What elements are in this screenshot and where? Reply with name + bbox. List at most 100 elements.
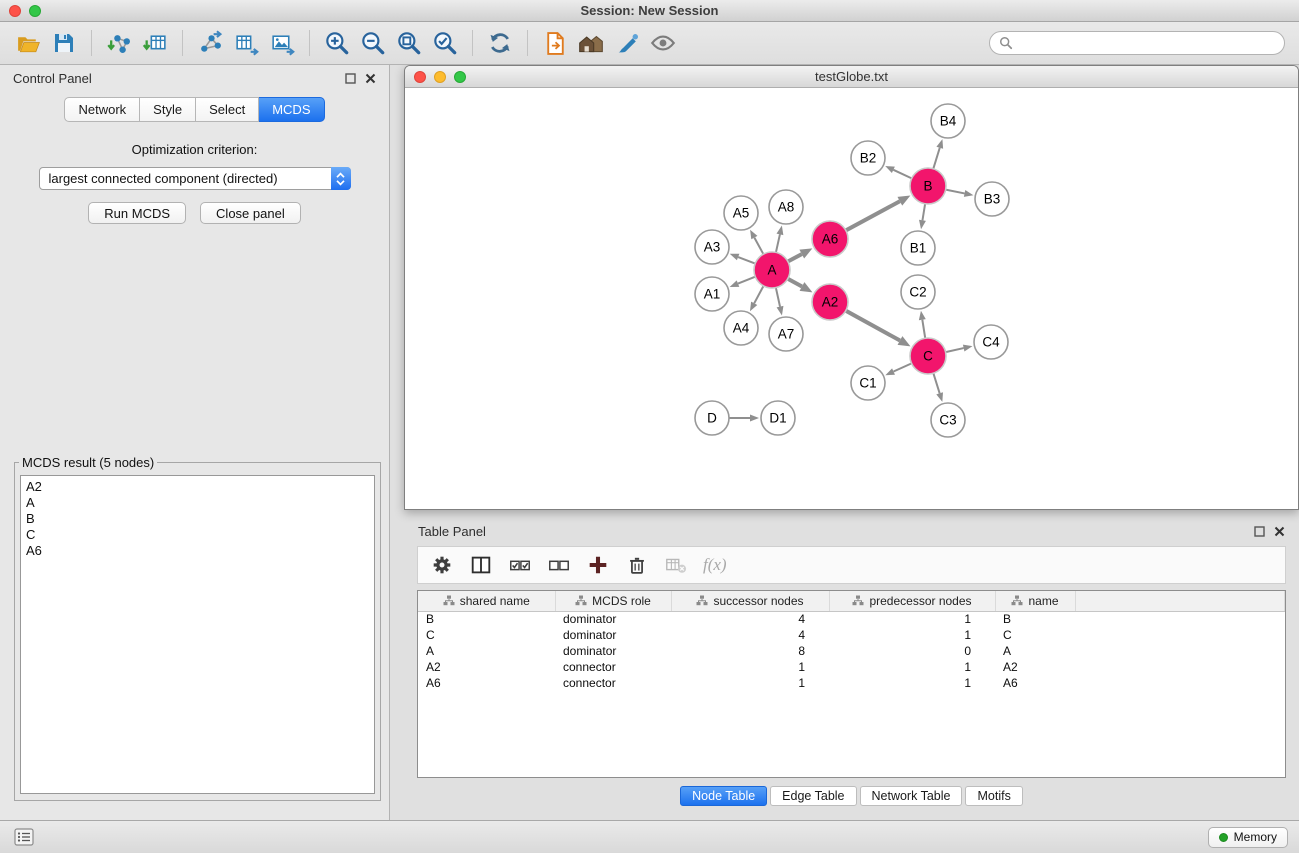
tab-node-table[interactable]: Node Table xyxy=(680,786,767,806)
show-columns-button[interactable] xyxy=(465,550,497,580)
zoom-in-button[interactable] xyxy=(319,26,355,60)
network-edge[interactable] xyxy=(946,345,973,352)
table-cell[interactable]: A xyxy=(418,643,555,659)
network-edge[interactable] xyxy=(946,190,974,197)
network-node[interactable]: B1 xyxy=(901,231,935,265)
criterion-dropdown[interactable]: largest connected component (directed) xyxy=(39,167,351,190)
table-row[interactable]: Bdominator41B xyxy=(418,611,1285,627)
network-edge[interactable] xyxy=(776,226,783,253)
network-node[interactable]: B3 xyxy=(975,182,1009,216)
export-table-button[interactable] xyxy=(228,26,264,60)
search-input[interactable] xyxy=(1019,36,1275,51)
network-edge[interactable] xyxy=(933,373,943,402)
network-node[interactable]: C4 xyxy=(974,325,1008,359)
network-node[interactable]: D xyxy=(695,401,729,435)
table-row[interactable]: A2connector11A2 xyxy=(418,659,1285,675)
float-panel-icon[interactable] xyxy=(345,73,356,84)
table-settings-button[interactable] xyxy=(426,550,458,580)
network-node[interactable]: C2 xyxy=(901,275,935,309)
network-edge[interactable] xyxy=(846,311,911,347)
mcds-result-list[interactable]: A2ABCA6 xyxy=(20,475,375,794)
zoom-out-button[interactable] xyxy=(355,26,391,60)
network-edge[interactable] xyxy=(933,139,943,169)
tab-network-table[interactable]: Network Table xyxy=(860,786,963,806)
close-panel-icon[interactable] xyxy=(365,73,376,84)
column-header[interactable]: predecessor nodes xyxy=(829,591,995,611)
column-header[interactable]: name xyxy=(995,591,1075,611)
tab-style[interactable]: Style xyxy=(140,97,196,122)
table-cell[interactable]: A2 xyxy=(995,659,1075,675)
network-edge[interactable] xyxy=(846,196,911,231)
table-cell[interactable]: dominator xyxy=(555,643,671,659)
network-edge[interactable] xyxy=(776,288,784,316)
network-edge[interactable] xyxy=(729,415,759,422)
table-cell[interactable]: 1 xyxy=(829,627,995,643)
network-node[interactable]: A4 xyxy=(724,311,758,345)
network-node[interactable]: A8 xyxy=(769,190,803,224)
network-edge[interactable] xyxy=(788,279,813,293)
node-table-container[interactable]: shared nameMCDS rolesuccessor nodesprede… xyxy=(417,590,1286,778)
table-cell[interactable]: 0 xyxy=(829,643,995,659)
column-header[interactable]: successor nodes xyxy=(671,591,829,611)
network-edge[interactable] xyxy=(730,254,755,264)
result-item[interactable]: B xyxy=(26,511,369,527)
table-cell[interactable]: A xyxy=(995,643,1075,659)
zoom-window-button[interactable] xyxy=(29,5,41,17)
memory-button[interactable]: Memory xyxy=(1208,827,1288,848)
network-edge[interactable] xyxy=(730,277,756,287)
close-network-window-button[interactable] xyxy=(414,71,426,83)
network-canvas-area[interactable]: B4B2BB3A8A5A6A3B1AC2A1A2A4A7C4CC1C3DD1 xyxy=(405,89,1298,509)
table-cell[interactable]: connector xyxy=(555,659,671,675)
style-brush-button[interactable] xyxy=(609,26,645,60)
show-panels-button[interactable] xyxy=(11,825,37,849)
table-row[interactable]: Cdominator41C xyxy=(418,627,1285,643)
result-item[interactable]: A xyxy=(26,495,369,511)
network-edge[interactable] xyxy=(919,311,926,338)
network-node[interactable]: C1 xyxy=(851,366,885,400)
table-cell[interactable]: 1 xyxy=(829,659,995,675)
export-image-button[interactable] xyxy=(264,26,300,60)
table-cell[interactable]: dominator xyxy=(555,611,671,627)
network-edge[interactable] xyxy=(750,230,763,254)
network-window-titlebar[interactable]: testGlobe.txt xyxy=(405,66,1298,88)
delete-column-button[interactable] xyxy=(621,550,653,580)
tab-network[interactable]: Network xyxy=(64,97,140,122)
apply-layout-button[interactable] xyxy=(482,26,518,60)
tab-mcds[interactable]: MCDS xyxy=(259,97,324,122)
create-column-button[interactable] xyxy=(582,550,614,580)
network-node[interactable]: B xyxy=(910,168,946,204)
delete-table-button[interactable] xyxy=(660,550,692,580)
search-box[interactable] xyxy=(989,31,1285,55)
table-cell[interactable]: dominator xyxy=(555,627,671,643)
network-node[interactable]: B2 xyxy=(851,141,885,175)
network-edge[interactable] xyxy=(885,166,911,178)
function-builder-button[interactable]: f(x) xyxy=(699,555,731,575)
network-node[interactable]: D1 xyxy=(761,401,795,435)
network-node[interactable]: A3 xyxy=(695,230,729,264)
table-cell[interactable]: 1 xyxy=(671,675,829,691)
tab-select[interactable]: Select xyxy=(196,97,259,122)
table-row[interactable]: A6connector11A6 xyxy=(418,675,1285,691)
table-cell[interactable]: 4 xyxy=(671,611,829,627)
table-cell[interactable]: B xyxy=(995,611,1075,627)
result-item[interactable]: A2 xyxy=(26,479,369,495)
zoom-network-window-button[interactable] xyxy=(454,71,466,83)
table-row[interactable]: Adominator80A xyxy=(418,643,1285,659)
deselect-all-rows-button[interactable] xyxy=(543,550,575,580)
network-node[interactable]: A7 xyxy=(769,317,803,351)
table-cell[interactable]: A2 xyxy=(418,659,555,675)
run-mcds-button[interactable]: Run MCDS xyxy=(88,202,186,224)
open-session-button[interactable] xyxy=(10,26,46,60)
minimize-network-window-button[interactable] xyxy=(434,71,446,83)
import-table-button[interactable] xyxy=(137,26,173,60)
table-cell[interactable]: 8 xyxy=(671,643,829,659)
select-all-rows-button[interactable] xyxy=(504,550,536,580)
graphics-details-button[interactable] xyxy=(645,26,681,60)
network-node[interactable]: A2 xyxy=(812,284,848,320)
table-cell[interactable]: 1 xyxy=(829,675,995,691)
network-edge[interactable] xyxy=(919,204,926,229)
network-node[interactable]: C3 xyxy=(931,403,965,437)
table-cell[interactable]: B xyxy=(418,611,555,627)
column-header[interactable]: shared name xyxy=(418,591,555,611)
close-window-button[interactable] xyxy=(9,5,21,17)
